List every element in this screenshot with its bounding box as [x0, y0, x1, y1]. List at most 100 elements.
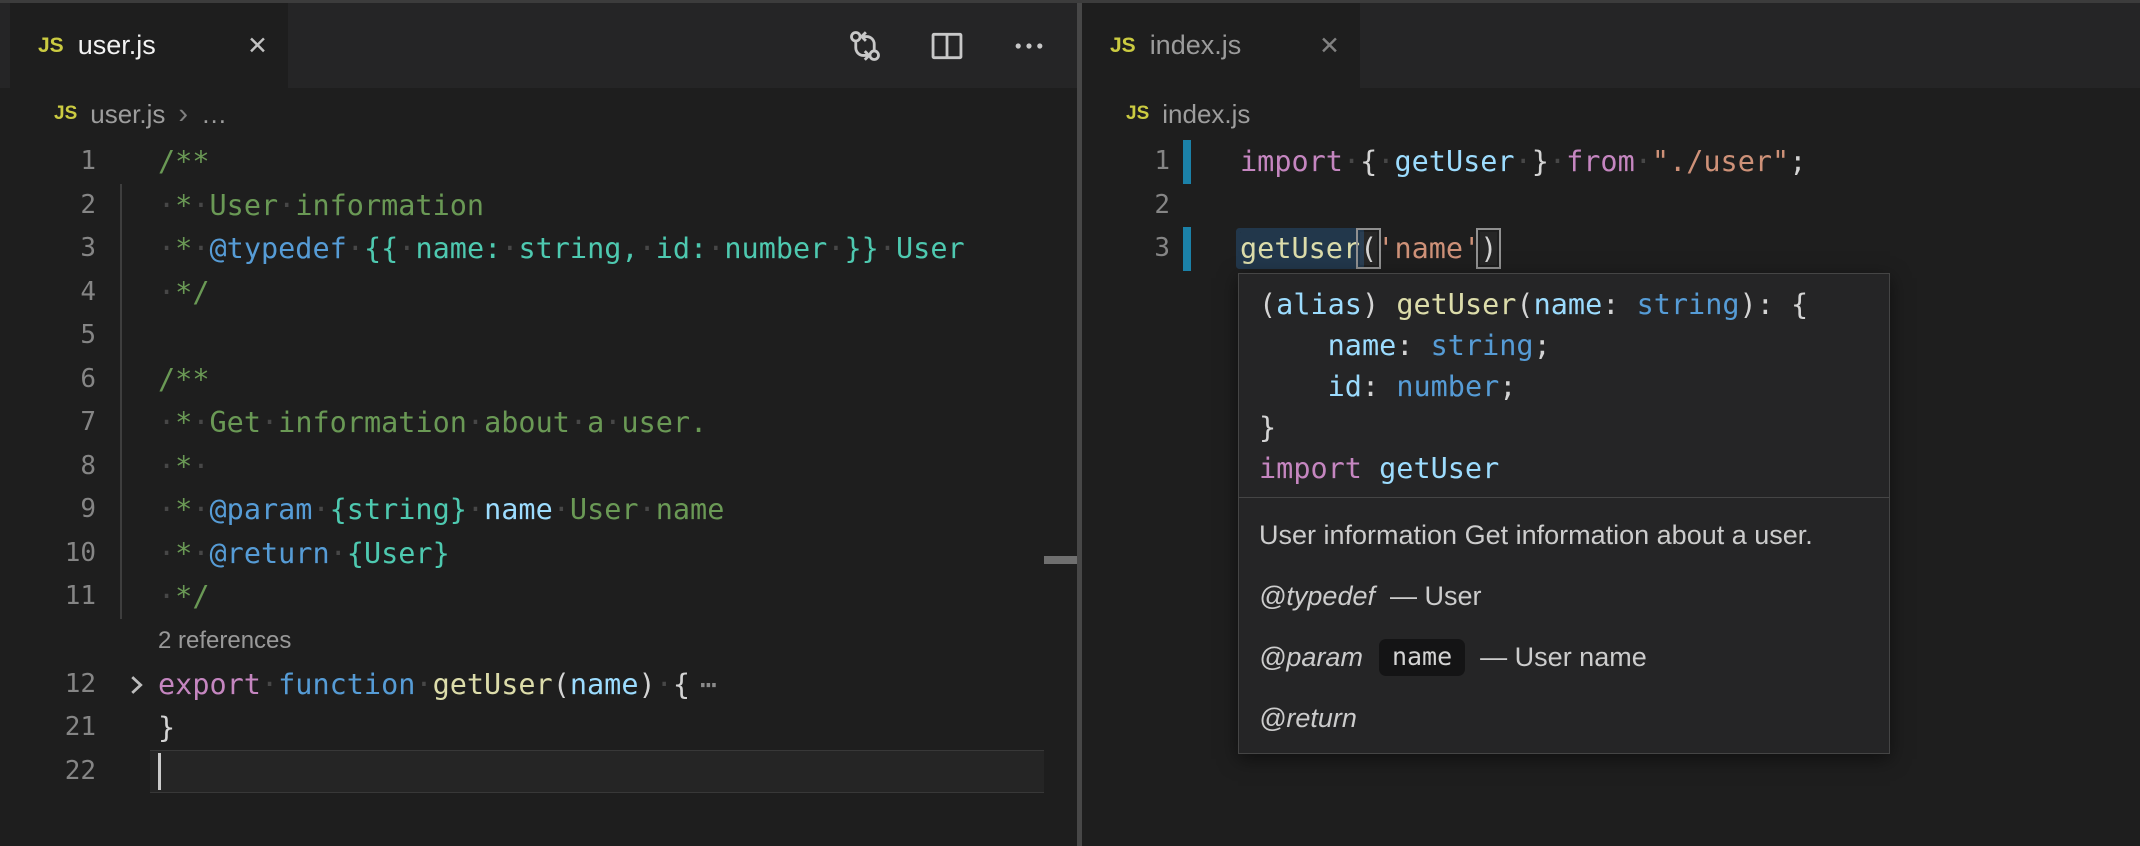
whitespace-dot: · [1515, 145, 1532, 178]
token: number [1396, 370, 1499, 403]
line-content: ·*·@param·{string}·name·User·name [158, 488, 724, 532]
line-number[interactable]: 9 [0, 488, 96, 532]
split-editor-icon[interactable] [929, 28, 965, 64]
token: } [1532, 145, 1549, 178]
whitespace-dot: · [553, 493, 570, 526]
tab-index-js[interactable]: JS index.js ✕ [1082, 3, 1360, 88]
code-line-2[interactable]: 2 ·*·User·information [0, 184, 1077, 228]
token [1259, 329, 1328, 362]
line-number[interactable]: 12 [0, 663, 96, 707]
line-number[interactable]: 8 [0, 445, 96, 489]
whitespace-dot: · [192, 493, 209, 526]
code-line-5[interactable]: 5 [0, 314, 1077, 358]
whitespace-dot: · [656, 668, 673, 701]
token: ·*· [158, 537, 210, 570]
close-icon[interactable]: ✕ [247, 31, 268, 61]
whitespace-dot: · [570, 406, 587, 439]
token: · [347, 232, 364, 265]
line-number[interactable]: 5 [0, 314, 96, 358]
param-name-chip: name [1379, 639, 1465, 676]
token: @return [210, 537, 330, 570]
line-number[interactable]: 11 [0, 575, 96, 619]
code-line-1[interactable]: 1 /** [0, 140, 1077, 184]
token: ( [553, 668, 570, 701]
token: getUser [1396, 288, 1516, 321]
token: from [1566, 145, 1635, 178]
whitespace-dot: · [158, 493, 175, 526]
line-number[interactable]: 6 [0, 358, 96, 402]
more-actions-icon[interactable] [1011, 28, 1047, 64]
token: } [158, 711, 175, 744]
whitespace-dot: · [1549, 145, 1566, 178]
token: @param [210, 493, 313, 526]
code-line-7[interactable]: 7·*·Get·information·about·a·user. [0, 401, 1077, 445]
code-line-3[interactable]: 3·*·@typedef·{{·name:·string,·id:·number… [0, 227, 1077, 271]
codelens-references[interactable]: 2 references [158, 619, 291, 663]
codelens-row: 2 references [0, 619, 1077, 663]
hover-code-line: name: string; [1259, 325, 1869, 366]
code-line-4[interactable]: 4·*/ [0, 271, 1077, 315]
token [1362, 452, 1379, 485]
editor-group-right: JS index.js ✕ JS index.js 1import·{·getU… [1082, 0, 2140, 846]
modified-line-indicator [1183, 140, 1191, 184]
code-line-12[interactable]: 12export·function·getUser(name)·{⋯ [0, 663, 1077, 707]
token: ) [639, 668, 656, 701]
line-number[interactable]: 10 [0, 532, 96, 576]
whitespace-dot: · [192, 189, 209, 222]
tab-user-js[interactable]: JS user.js ✕ [10, 3, 288, 88]
line-number[interactable]: 21 [0, 706, 96, 750]
token: ( [1516, 288, 1533, 321]
line-content: /** [158, 358, 209, 402]
line-number[interactable]: 4 [0, 271, 96, 315]
code-editor-index-js[interactable]: 1import·{·getUser·}·from·"./user";23 getU… [1082, 140, 2140, 271]
token [1774, 288, 1791, 321]
code-line-3[interactable]: 3getUser('name') [1082, 227, 2140, 271]
line-number[interactable]: 1 [0, 140, 96, 184]
token: getUser [1394, 145, 1514, 178]
token: function [278, 668, 415, 701]
editor-group-sash[interactable] [1077, 0, 1082, 846]
line-number[interactable]: 3 [1082, 227, 1170, 271]
fold-chevron-icon[interactable] [121, 670, 151, 707]
whitespace-dot: · [158, 450, 175, 483]
token: ·*·User·information [158, 189, 484, 222]
line-number[interactable]: 2 [0, 184, 96, 228]
breadcrumb-file[interactable]: user.js [90, 99, 165, 130]
token: getUser [433, 668, 553, 701]
token: getUser [1240, 232, 1360, 265]
code-line-11[interactable]: 11·*/ [0, 575, 1077, 619]
token: · [1635, 145, 1652, 178]
code-line-6[interactable]: 6 /** [0, 358, 1077, 402]
line-number[interactable]: 7 [0, 401, 96, 445]
tab-label: index.js [1150, 30, 1242, 61]
token: /** [158, 145, 209, 178]
token: getUser [1379, 452, 1499, 485]
breadcrumb-file[interactable]: index.js [1162, 99, 1250, 130]
hover-documentation: User information Get information about a… [1239, 498, 1889, 734]
tab-bar-right: JS index.js ✕ [1082, 0, 2140, 88]
breadcrumb: JS index.js [1126, 88, 1250, 140]
open-changes-icon[interactable] [847, 28, 883, 64]
line-number[interactable]: 22 [0, 750, 96, 794]
hover-code-line: import getUser [1259, 448, 1869, 489]
line-number[interactable]: 2 [1082, 184, 1170, 228]
code-line-10[interactable]: 10·*·@return·{User} [0, 532, 1077, 576]
code-line-22[interactable]: 22 [0, 750, 1077, 794]
breadcrumb-symbol[interactable]: … [201, 99, 227, 130]
token: name [570, 668, 639, 701]
code-line-1[interactable]: 1import·{·getUser·}·from·"./user"; [1082, 140, 2140, 184]
code-line-8[interactable]: 8·*· [0, 445, 1077, 489]
vscode-window: { "colors":{ "editor_bg":"#1e1e1e","tab_… [0, 0, 2140, 846]
code-line-21[interactable]: 21} [0, 706, 1077, 750]
whitespace-dot: · [158, 580, 175, 613]
token: User·name [570, 493, 724, 526]
code-line-2[interactable]: 2 [1082, 184, 2140, 228]
code-editor-user-js[interactable]: 1/**2·*·User·information3·*·@typedef·{{·… [0, 140, 1077, 793]
code-line-9[interactable]: 9 ·*·@param·{string}·name·User·name [0, 488, 1077, 532]
line-number[interactable]: 1 [1082, 140, 1170, 184]
close-icon[interactable]: ✕ [1319, 31, 1340, 61]
tab-bar-left: JS user.js ✕ [0, 0, 1077, 88]
jsdoc-tag-row: @typedef— User [1259, 581, 1869, 612]
line-number[interactable]: 3 [0, 227, 96, 271]
whitespace-dot: · [1377, 145, 1394, 178]
